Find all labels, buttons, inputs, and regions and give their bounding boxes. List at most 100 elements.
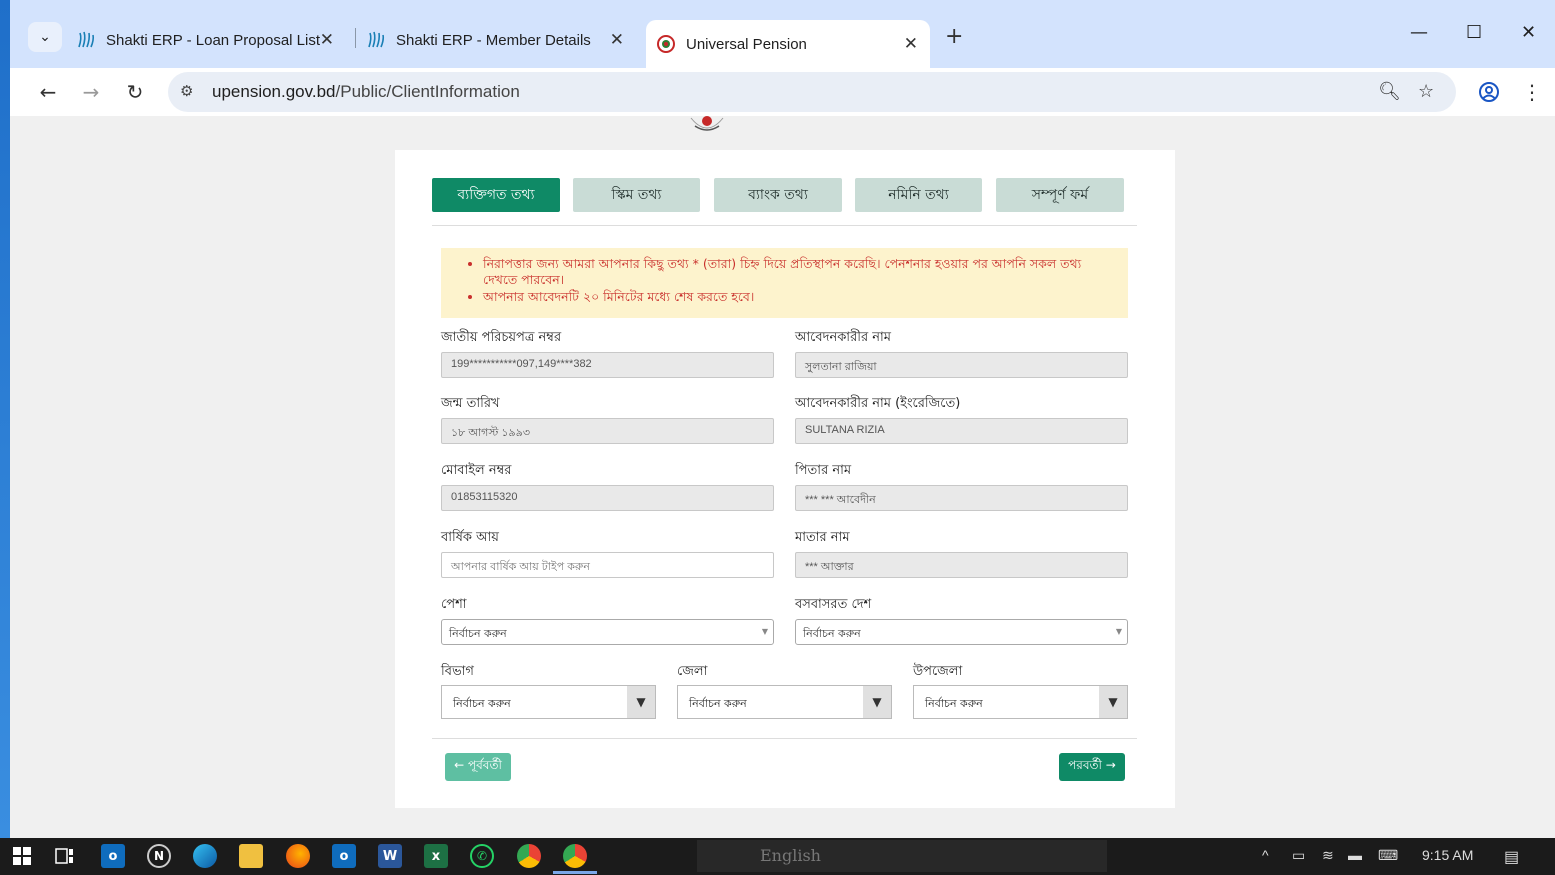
occupation-selected: নির্বাচন করুন: [449, 627, 507, 640]
site-settings-icon[interactable]: ⚙: [180, 82, 193, 100]
step-bank-info[interactable]: ব্যাংক তথ্য: [714, 178, 842, 212]
battery-icon[interactable]: ▬: [1348, 847, 1362, 863]
outlook-classic-icon[interactable]: o: [332, 844, 356, 868]
applicant-name-en-field[interactable]: SULTANA RIZIA: [795, 418, 1128, 444]
show-hidden-icons-icon[interactable]: ^: [1262, 847, 1269, 863]
annual-income-label: বার্ষিক আয়: [441, 530, 499, 545]
browser-window: ⌄ Shakti ERP - Loan Proposal List ✕ Shak…: [10, 0, 1555, 838]
firefox-icon[interactable]: [286, 844, 310, 868]
occupation-select[interactable]: নির্বাচন করুন ▼: [441, 619, 774, 645]
word-icon[interactable]: W: [378, 844, 402, 868]
chrome-icon[interactable]: [517, 844, 541, 868]
zoom-icon[interactable]: 🔍︎: [1378, 81, 1401, 102]
occupation-label: পেশা: [441, 597, 467, 612]
pension-logo-icon: [656, 34, 676, 54]
next-button[interactable]: পরবর্তী →: [1059, 753, 1125, 781]
close-tab-icon[interactable]: ✕: [610, 30, 624, 50]
nid-field[interactable]: 199***********097,149****382: [441, 352, 774, 378]
step-tabs: ব্যক্তিগত তথ্য স্কিম তথ্য ব্যাংক তথ্য নম…: [432, 178, 1132, 212]
menu-kebab-icon[interactable]: ⋮: [1518, 78, 1546, 106]
security-notice: নিরাপত্তার জন্য আমরা আপনার কিছু তথ্য * (…: [441, 248, 1128, 318]
maximize-button[interactable]: ☐: [1466, 22, 1482, 43]
tab-member-details[interactable]: Shakti ERP - Member Details ✕: [366, 20, 636, 60]
notice-item: আপনার আবেদনটি ২০ মিনিটের মধ্যে শেষ করতে …: [483, 289, 1112, 305]
bookmark-star-icon[interactable]: ☆: [1418, 81, 1434, 102]
step-nominee-info[interactable]: নমিনি তথ্য: [855, 178, 982, 212]
applicant-name-en-label: আবেদনকারীর নাম (ইংরেজিতে): [795, 396, 961, 411]
chevron-down-icon: ▼: [761, 627, 768, 636]
upazila-label: উপজেলা: [913, 664, 963, 679]
new-tab-button[interactable]: +: [945, 24, 963, 49]
tab-universal-pension[interactable]: Universal Pension ✕: [646, 20, 930, 68]
meet-now-icon[interactable]: ▭: [1292, 847, 1305, 864]
file-explorer-icon[interactable]: [239, 844, 263, 868]
desktop-wallpaper: [0, 0, 10, 840]
active-app-indicator: [553, 871, 597, 874]
dob-label: জন্ম তারিখ: [441, 396, 500, 411]
step-scheme-info[interactable]: স্কিম তথ্য: [573, 178, 700, 212]
previous-button[interactable]: ← পূর্ববর্তী: [445, 753, 511, 781]
father-name-field[interactable]: *** *** আবেদীন: [795, 485, 1128, 511]
forward-button[interactable]: →: [77, 78, 105, 106]
tab-title: Shakti ERP - Member Details: [396, 31, 591, 49]
form-card: ব্যক্তিগত তথ্য স্কিম তথ্য ব্যাংক তথ্য নম…: [395, 150, 1175, 808]
division-selected: নির্বাচন করুন: [453, 697, 511, 710]
division-select[interactable]: নির্বাচন করুন ▼: [441, 685, 656, 719]
dob-field[interactable]: ১৮ আগস্ট ১৯৯৩: [441, 418, 774, 444]
district-select[interactable]: নির্বাচন করুন ▼: [677, 685, 892, 719]
language-bar: [697, 840, 1107, 872]
tab-title: Universal Pension: [686, 35, 807, 53]
caret-down-icon: ▼: [627, 686, 655, 718]
district-label: জেলা: [677, 664, 708, 679]
windows-start-icon[interactable]: [10, 844, 34, 868]
close-tab-icon[interactable]: ✕: [904, 34, 918, 54]
chrome-active-icon[interactable]: [563, 844, 587, 868]
district-selected: নির্বাচন করুন: [689, 697, 747, 710]
address-bar[interactable]: ⚙ upension.gov.bd/Public/ClientInformati…: [168, 72, 1456, 112]
applicant-name-field[interactable]: সুলতানা রাজিয়া: [795, 352, 1128, 378]
chevron-down-icon: ▼: [1115, 627, 1122, 636]
division-label: বিভাগ: [441, 664, 474, 679]
onenote-icon[interactable]: N: [147, 844, 171, 868]
excel-icon[interactable]: x: [424, 844, 448, 868]
upazila-selected: নির্বাচন করুন: [925, 697, 983, 710]
country-label: বসবাসরত দেশ: [795, 597, 872, 612]
nid-label: জাতীয় পরিচয়পত্র নম্বর: [441, 330, 562, 345]
notice-item: নিরাপত্তার জন্য আমরা আপনার কিছু তথ্য * (…: [483, 256, 1112, 288]
tab-separator: [355, 28, 356, 48]
tab-strip: ⌄ Shakti ERP - Loan Proposal List ✕ Shak…: [10, 0, 1555, 68]
notifications-icon[interactable]: ▤: [1504, 847, 1519, 867]
language-label[interactable]: English: [760, 846, 821, 865]
tab-loan-proposal-list[interactable]: Shakti ERP - Loan Proposal List ✕: [76, 20, 346, 60]
outlook-icon[interactable]: o: [101, 844, 125, 868]
profile-icon[interactable]: [1475, 78, 1503, 106]
mobile-field[interactable]: 01853115320: [441, 485, 774, 511]
whatsapp-icon[interactable]: ✆: [470, 844, 494, 868]
task-view-icon[interactable]: [53, 844, 77, 868]
taskbar: o N o W x ✆ English ^ ▭ ≋ ▬ ⌨ 9:15 AM ▤: [0, 838, 1555, 875]
url-text: upension.gov.bd/Public/ClientInformation: [212, 82, 520, 101]
reload-button[interactable]: ↻: [121, 78, 149, 106]
clock[interactable]: 9:15 AM: [1422, 847, 1473, 863]
applicant-name-label: আবেদনকারীর নাম: [795, 330, 891, 345]
tab-title: Shakti ERP - Loan Proposal List: [106, 31, 321, 49]
annual-income-input[interactable]: আপনার বার্ষিক আয় টাইপ করুন: [441, 552, 774, 578]
edge-icon[interactable]: [193, 844, 217, 868]
mother-name-label: মাতার নাম: [795, 530, 850, 545]
mobile-label: মোবাইল নম্বর: [441, 463, 512, 478]
keyboard-icon[interactable]: ⌨: [1378, 847, 1398, 864]
tab-search-button[interactable]: ⌄: [28, 22, 62, 52]
close-tab-icon[interactable]: ✕: [320, 30, 334, 50]
upazila-select[interactable]: নির্বাচন করুন ▼: [913, 685, 1128, 719]
wifi-icon[interactable]: ≋: [1322, 847, 1334, 864]
shakti-logo-icon: [366, 30, 386, 50]
divider: [432, 738, 1137, 739]
mother-name-field[interactable]: *** আক্তার: [795, 552, 1128, 578]
minimize-button[interactable]: —: [1410, 22, 1428, 43]
close-window-button[interactable]: ✕: [1521, 22, 1536, 43]
step-complete-form[interactable]: সম্পূর্ণ ফর্ম: [996, 178, 1124, 212]
page-content: ব্যক্তিগত তথ্য স্কিম তথ্য ব্যাংক তথ্য নম…: [10, 116, 1555, 838]
country-select[interactable]: নির্বাচন করুন ▼: [795, 619, 1128, 645]
back-button[interactable]: ←: [34, 78, 62, 106]
step-personal-info[interactable]: ব্যক্তিগত তথ্য: [432, 178, 560, 212]
